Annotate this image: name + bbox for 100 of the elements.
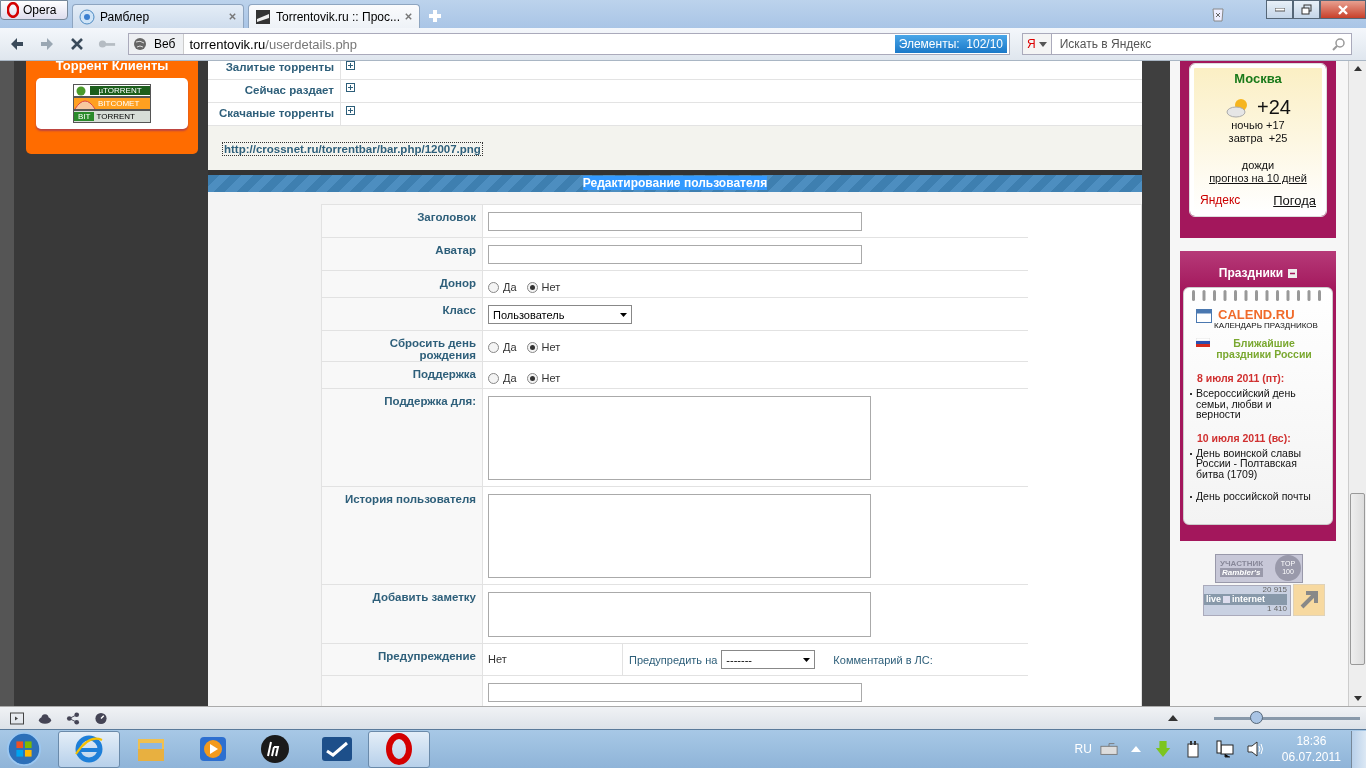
close-button[interactable] <box>1320 0 1366 19</box>
close-icon[interactable] <box>404 12 413 21</box>
search-icon[interactable] <box>1332 37 1346 51</box>
opera-logo-icon <box>7 2 19 18</box>
speaker-icon[interactable] <box>1246 740 1265 758</box>
browser-tab[interactable]: Torrentovik.ru :: Прос... <box>248 4 420 28</box>
city-name: Москва <box>1233 71 1283 86</box>
arrow-icon[interactable] <box>1293 583 1325 616</box>
radio-button[interactable] <box>488 341 499 353</box>
elements-badge: Элементы: 102/10 <box>894 35 1007 53</box>
round-logo-icon <box>260 734 290 764</box>
show-desktop-button[interactable] <box>1351 730 1366 768</box>
radio-label: Нет <box>541 281 561 293</box>
holiday-date: 10 июля 2011 (вс): <box>1196 431 1292 444</box>
duration-dropdown[interactable]: ------- <box>721 650 816 669</box>
keyboard-icon[interactable] <box>1099 740 1118 758</box>
yandex-logo[interactable]: Яндекс <box>1200 193 1241 208</box>
browser-tab[interactable]: Рамблер <box>72 4 244 28</box>
field-label: Донор <box>439 277 476 289</box>
forecast-link[interactable]: прогноз на 10 дней <box>1200 172 1316 185</box>
collapse-icon[interactable] <box>1288 268 1298 278</box>
url-text: torrentovik.ru/userdetails.php <box>188 36 359 52</box>
stop-icon[interactable] <box>68 36 86 52</box>
panel-title: Праздники <box>1218 266 1284 280</box>
start-button[interactable] <box>4 730 44 768</box>
expand-icon[interactable] <box>346 106 355 115</box>
radio-label: Да <box>503 341 517 353</box>
field-label: История пользователя <box>344 493 476 505</box>
page-icon <box>255 8 271 25</box>
play-icon <box>198 735 228 763</box>
radio-label: Нет <box>541 341 561 353</box>
radio-button[interactable] <box>526 341 538 353</box>
radio-button[interactable] <box>526 372 538 384</box>
field-label: Класс <box>442 304 476 316</box>
radio-label: Да <box>503 281 517 293</box>
radio-button[interactable] <box>526 281 538 293</box>
holiday-date: 8 июля 2011 (пт): <box>1196 372 1286 384</box>
liveinternet-counter[interactable]: 20 915 live internet 1 410 <box>1203 584 1291 616</box>
tomorrow-temperature: завтра +25 <box>1227 132 1289 145</box>
field-label: Добавить заметку <box>372 591 476 603</box>
search-engine-button[interactable]: Я <box>1022 33 1052 55</box>
panel-title: Торрент Клиенты <box>54 61 170 73</box>
share-icon[interactable] <box>66 711 80 725</box>
opera-menu-button[interactable]: Opera <box>0 0 68 20</box>
tab-title: Torrentovik.ru :: Прос... <box>276 9 399 24</box>
holidays-heading: Ближайшие праздники России <box>1215 338 1313 360</box>
temperature: +24 <box>1257 96 1291 119</box>
text-area[interactable] <box>488 396 871 480</box>
text-input[interactable] <box>488 212 862 231</box>
expand-icon[interactable] <box>346 61 355 70</box>
cloud-icon[interactable] <box>38 711 52 725</box>
row-label: Скачаные торренты <box>208 102 341 125</box>
text-area[interactable] <box>488 592 871 637</box>
calendar-icon <box>1196 308 1212 323</box>
field-label: Сбросить день рождения <box>389 337 476 361</box>
userbar-link[interactable]: http://crossnet.ru/torrentbar/bar.php/12007.png <box>222 142 483 156</box>
minimize-icon <box>1274 7 1285 12</box>
weather-link[interactable]: Погода <box>1273 193 1316 208</box>
radio-button[interactable] <box>488 372 499 384</box>
scroll-up-icon[interactable] <box>1353 66 1362 71</box>
network-icon[interactable] <box>1215 740 1234 758</box>
field-label: Заголовок <box>417 211 476 223</box>
night-temperature: ночью +17 <box>1230 119 1286 132</box>
radio-label: Нет <box>541 372 561 384</box>
panel-toggle-icon[interactable] <box>10 711 24 725</box>
text-input[interactable] <box>488 683 862 702</box>
scroll-down-icon[interactable] <box>1353 696 1362 701</box>
scrollbar[interactable] <box>1348 61 1366 706</box>
client-logo[interactable]: BIT TORRENT <box>73 110 151 123</box>
text-input[interactable] <box>488 245 862 264</box>
close-icon <box>1337 4 1349 15</box>
globe-icon <box>79 8 95 25</box>
tab-title: Рамблер <box>100 9 151 24</box>
field-label: Предупредить на <box>629 653 718 666</box>
expand-icon[interactable] <box>346 83 355 92</box>
minimize-button[interactable] <box>1266 0 1293 19</box>
row-label: Сейчас раздает <box>208 79 341 102</box>
address-field[interactable]: Веб torrentovik.ru/userdetails.php Элементы: 102/10 <box>128 33 1010 55</box>
web-mode-label: Веб <box>129 34 185 54</box>
search-field[interactable]: Искать в Яндекс <box>1051 33 1352 55</box>
scroll-thumb[interactable] <box>1350 492 1365 665</box>
text-area[interactable] <box>488 494 871 578</box>
radio-label: Да <box>503 372 517 384</box>
holiday-name: День воинской славы России - Полтавская битва (1709) <box>1196 447 1303 479</box>
field-label: Поддержка <box>412 368 476 380</box>
trash-icon[interactable] <box>1210 6 1226 22</box>
e-letter-icon <box>74 734 104 764</box>
restore-button[interactable] <box>1293 0 1320 19</box>
globe-icon <box>133 37 147 51</box>
checkmark-icon <box>321 736 353 762</box>
class-dropdown[interactable]: Пользователь <box>488 305 632 324</box>
warning-status: Нет <box>488 653 507 665</box>
calendar-subtitle: КАЛЕНДАРЬ ПРАЗДНИКОВ <box>1214 321 1318 330</box>
close-icon[interactable] <box>228 12 237 21</box>
section-header: Редактирование пользователя <box>208 175 1142 192</box>
caret-icon[interactable] <box>1168 715 1178 721</box>
field-label: Аватар <box>435 244 476 256</box>
speed-icon[interactable] <box>94 711 108 725</box>
zoom-slider[interactable] <box>1250 710 1264 724</box>
radio-button[interactable] <box>488 281 499 293</box>
